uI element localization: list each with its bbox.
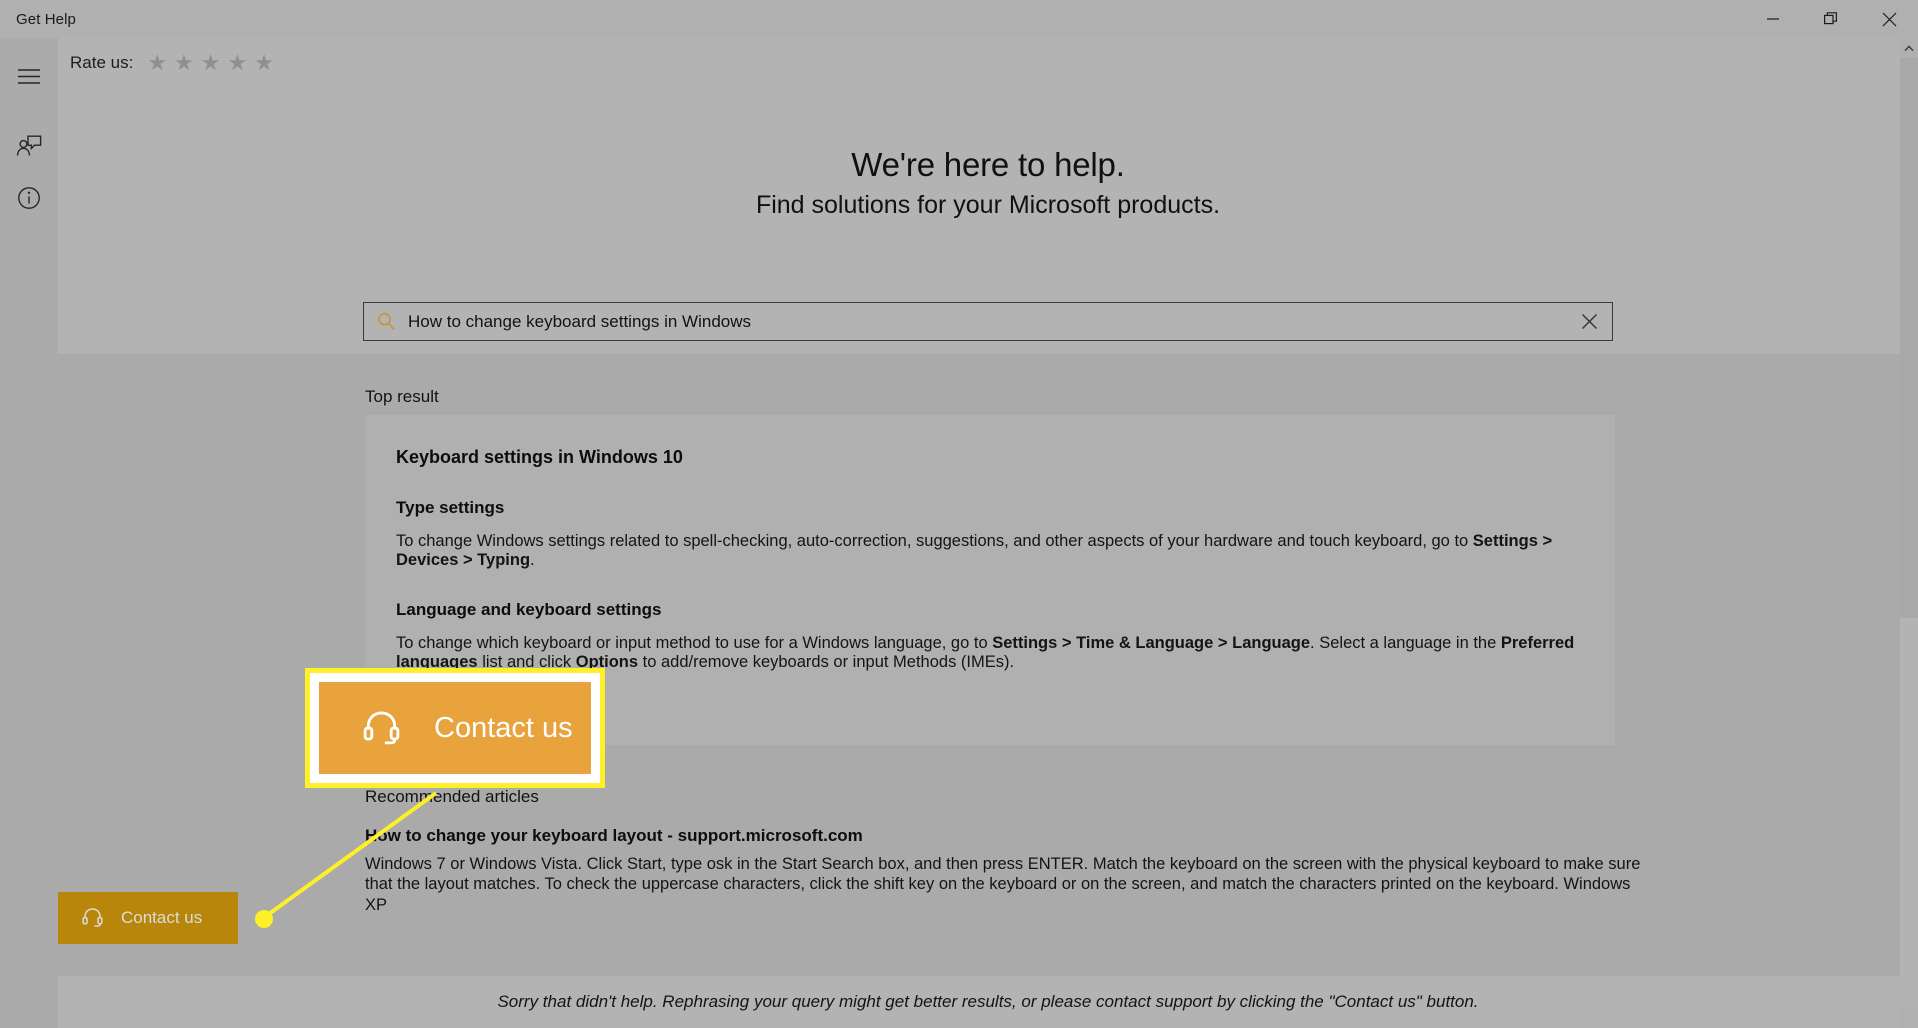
sidebar-item-info[interactable]: [0, 172, 58, 224]
headset-icon: [82, 907, 103, 930]
scrollbar-track[interactable]: [1900, 618, 1918, 1008]
sidebar-item-contact-support[interactable]: [0, 120, 58, 172]
star-icon[interactable]: ★: [254, 52, 274, 74]
chevron-up-icon: [1904, 39, 1914, 57]
type-settings-paragraph: To change Windows settings related to sp…: [396, 532, 1584, 570]
result-card-title: Keyboard settings in Windows 10: [396, 447, 1584, 468]
contact-us-callout: Contact us: [305, 668, 605, 788]
restore-button[interactable]: [1802, 0, 1860, 38]
type-settings-heading: Type settings: [396, 498, 1584, 518]
minimize-button[interactable]: [1744, 0, 1802, 38]
star-icon[interactable]: ★: [228, 52, 248, 74]
vertical-scrollbar[interactable]: [1900, 38, 1918, 1028]
footer-message: Sorry that didn't help. Rephrasing your …: [497, 992, 1478, 1012]
contact-us-button-magnified[interactable]: Contact us: [319, 682, 591, 774]
search-box[interactable]: [363, 302, 1613, 341]
window-title: Get Help: [16, 11, 76, 28]
language-text-mid: . Select a language in the: [1310, 634, 1501, 652]
rate-us-widget: Rate us: ★ ★ ★ ★ ★: [70, 52, 274, 74]
article-body: Windows 7 or Windows Vista. Click Start,…: [365, 854, 1645, 915]
recommended-articles-label: Recommended articles: [365, 787, 539, 807]
clear-search-button[interactable]: [1566, 303, 1612, 340]
contact-us-button[interactable]: Contact us: [58, 892, 238, 944]
page-subtitle: Find solutions for your Microsoft produc…: [58, 191, 1918, 220]
star-rating[interactable]: ★ ★ ★ ★ ★: [147, 52, 274, 74]
contact-us-label: Contact us: [121, 908, 202, 928]
get-help-window: Get Help: [0, 0, 1918, 1028]
language-settings-heading: Language and keyboard settings: [396, 600, 1584, 620]
results-area: Top result Keyboard settings in Windows …: [58, 354, 1894, 976]
hamburger-icon: [17, 68, 41, 85]
header-band: Rate us: ★ ★ ★ ★ ★ We're here to help. F…: [58, 38, 1918, 354]
info-circle-icon: [17, 186, 41, 210]
type-settings-text-post: .: [530, 551, 535, 569]
star-icon[interactable]: ★: [174, 52, 194, 74]
contact-us-label-magnified: Contact us: [434, 712, 573, 745]
search-input[interactable]: [408, 312, 1566, 332]
footer-bar: Sorry that didn't help. Rephrasing your …: [58, 976, 1918, 1028]
star-icon[interactable]: ★: [147, 52, 167, 74]
scroll-up-button[interactable]: [1900, 38, 1918, 58]
language-text-post: to add/remove keyboards or input Methods…: [638, 653, 1014, 671]
article-link[interactable]: How to change your keyboard layout - sup…: [365, 826, 863, 846]
title-bar: Get Help: [0, 0, 1918, 38]
navigation-rail: [0, 38, 58, 1028]
rate-us-label: Rate us:: [70, 53, 133, 73]
star-icon[interactable]: ★: [201, 52, 221, 74]
language-text-pre: To change which keyboard or input method…: [396, 634, 992, 652]
hamburger-menu-button[interactable]: [0, 50, 58, 102]
page-title: We're here to help.: [58, 146, 1918, 184]
top-result-label: Top result: [365, 387, 439, 407]
hero-section: We're here to help. Find solutions for y…: [58, 146, 1918, 220]
language-settings-paragraph: To change which keyboard or input method…: [396, 634, 1584, 672]
type-settings-text-pre: To change Windows settings related to sp…: [396, 532, 1473, 550]
window-controls: [1744, 0, 1918, 38]
language-path-1: Settings > Time & Language > Language: [992, 634, 1310, 652]
person-chat-icon: [16, 134, 42, 158]
search-icon: [364, 312, 408, 331]
scrollbar-thumb[interactable]: [1900, 58, 1918, 618]
headset-icon: [363, 709, 400, 748]
close-button[interactable]: [1860, 0, 1918, 38]
